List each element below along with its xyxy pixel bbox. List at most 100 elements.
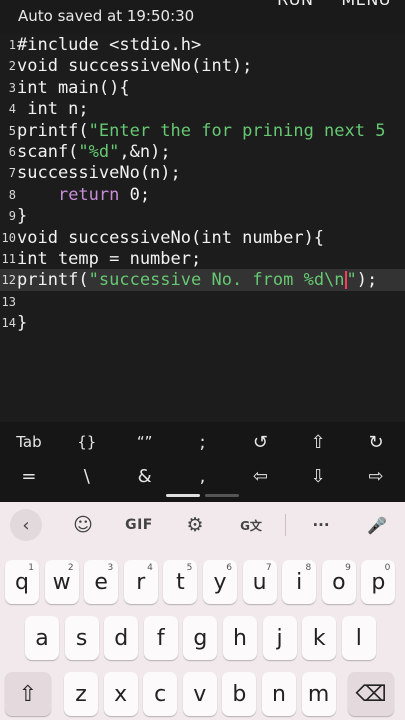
symbol-key[interactable]: &	[116, 458, 174, 494]
key-i[interactable]: i8	[282, 560, 317, 604]
key-label: a	[35, 625, 49, 651]
code-line[interactable]: 11int temp = number;	[0, 248, 405, 270]
line-number: 6	[8, 145, 16, 159]
code-line[interactable]: 7successiveNo(n);	[0, 162, 405, 184]
symbol-key[interactable]: ⇨	[347, 458, 405, 494]
key-u[interactable]: u7	[242, 560, 277, 604]
code-line[interactable]: 12printf("successive No. from %d\n ");	[0, 269, 405, 292]
key-label: d	[114, 625, 129, 651]
code-text: int temp = number;	[17, 249, 201, 269]
key-r[interactable]: r4	[123, 560, 158, 604]
key-p[interactable]: p0	[361, 560, 396, 604]
symbol-key[interactable]: ↻	[347, 424, 405, 460]
sticker-icon[interactable]: ☺	[68, 510, 98, 540]
key-b[interactable]: b	[222, 672, 257, 716]
key-x[interactable]: x	[103, 672, 138, 716]
key-c[interactable]: c	[143, 672, 178, 716]
code-line[interactable]: 14}	[0, 312, 405, 334]
code-line[interactable]: 3int main(){	[0, 77, 405, 99]
key-t[interactable]: t5	[163, 560, 198, 604]
code-token: #include <stdio.h>	[17, 35, 202, 55]
key-y[interactable]: y6	[203, 560, 237, 604]
microphone-icon[interactable]: 🎤	[362, 510, 392, 540]
code-text: successiveNo(n);	[17, 163, 181, 183]
key-s[interactable]: s	[64, 616, 99, 660]
line-number: 11	[1, 252, 16, 266]
key-label: l	[355, 625, 362, 651]
symbol-key[interactable]: ⇧	[289, 424, 347, 460]
symbol-key[interactable]: ;	[174, 424, 232, 460]
key-z[interactable]: z	[64, 672, 98, 716]
symbol-key[interactable]: ⇦	[231, 458, 289, 494]
run-button[interactable]: RUN	[277, 0, 313, 9]
key-label: ⌫	[355, 681, 387, 707]
code-token: }	[17, 313, 28, 334]
code-text: return 0;	[17, 185, 150, 205]
gif-button[interactable]: GIF	[122, 510, 156, 540]
symbol-key[interactable]: =	[0, 458, 58, 494]
menu-button[interactable]: MENU	[341, 0, 391, 9]
symbol-key[interactable]: “”	[116, 424, 174, 460]
shift-key[interactable]: ⇧	[5, 672, 51, 716]
code-line[interactable]: 5printf("Enter the for prining next 5	[0, 120, 405, 142]
symbol-key[interactable]: ⇩	[289, 458, 347, 494]
key-v[interactable]: v	[182, 672, 217, 716]
symbol-row-1: Tab{} “”; ↺ ⇧ ↻	[0, 424, 405, 460]
symbol-key[interactable]: ↺	[231, 424, 289, 460]
back-icon[interactable]: ‹	[10, 509, 42, 541]
key-n[interactable]: n	[262, 672, 296, 716]
key-hint: 9	[345, 563, 351, 573]
symbol-key[interactable]: {}	[58, 424, 116, 460]
key-a[interactable]: a	[25, 616, 59, 660]
code-line[interactable]: 6scanf("%d",&n);	[0, 141, 405, 163]
line-number: 2	[8, 59, 16, 74]
more-icon[interactable]: ···	[306, 510, 336, 540]
line-number: 7	[8, 166, 16, 181]
code-line[interactable]: 1#include <stdio.h>	[0, 34, 405, 56]
code-editor[interactable]: 1#include <stdio.h> 2void successiveNo(in…	[0, 34, 405, 422]
key-q[interactable]: q1	[5, 560, 39, 604]
key-g[interactable]: g	[183, 616, 218, 660]
code-text: void successiveNo(int);	[17, 56, 252, 76]
key-label: y	[213, 569, 227, 595]
code-text: scanf("%d",&n);	[17, 142, 171, 162]
key-l[interactable]: l	[341, 616, 376, 660]
code-line[interactable]: 10void successiveNo(int number){	[0, 227, 405, 249]
symbol-key[interactable]: \	[58, 458, 116, 494]
status-bar: Auto saved at 19:50:30 RUN MENU	[0, 0, 405, 34]
code-token: );	[356, 270, 378, 291]
code-text: printf("successive No. from %d\n ");	[17, 270, 377, 290]
key-e[interactable]: e3	[84, 560, 119, 604]
key-h[interactable]: h	[223, 616, 257, 660]
code-line[interactable]: 13	[0, 291, 405, 313]
key-j[interactable]: j	[262, 616, 297, 660]
code-token: void successiveNo(int);	[17, 56, 253, 77]
symbol-key[interactable]: Tab	[0, 424, 58, 460]
key-hint: 0	[384, 563, 391, 573]
code-line[interactable]: 9}	[0, 205, 405, 227]
key-w[interactable]: w2	[44, 560, 79, 604]
code-line[interactable]: 4 int n;	[0, 98, 405, 120]
key-label: h	[233, 625, 247, 651]
backspace-key[interactable]: ⌫	[348, 672, 394, 716]
key-hint: 7	[265, 563, 272, 573]
line-number: 13	[1, 294, 16, 309]
key-k[interactable]: k	[302, 616, 337, 660]
symbol-bar: Tab{} “”; ↺ ⇧ ↻ = \ &, ⇦ ⇩ ⇨	[0, 422, 405, 502]
code-text: int main(){	[17, 78, 130, 98]
keyboard-toolbar: ‹ ☺ GIF ⚙ G文 ··· 🎤	[0, 502, 405, 548]
key-f[interactable]: f	[143, 616, 178, 660]
key-hint: 8	[305, 563, 312, 573]
translate-icon[interactable]: G文	[234, 510, 268, 540]
code-text: }	[17, 313, 27, 333]
symbol-key[interactable]: ,	[174, 458, 232, 494]
settings-icon[interactable]: ⚙	[180, 510, 210, 540]
line-number: 5	[8, 123, 16, 138]
key-o[interactable]: o9	[321, 560, 356, 604]
code-line[interactable]: 8 return 0;	[0, 184, 405, 206]
key-d[interactable]: d	[104, 616, 139, 660]
code-line[interactable]: 2void successiveNo(int);	[0, 55, 405, 77]
line-number: 1	[8, 38, 16, 52]
key-m[interactable]: m	[301, 672, 336, 716]
